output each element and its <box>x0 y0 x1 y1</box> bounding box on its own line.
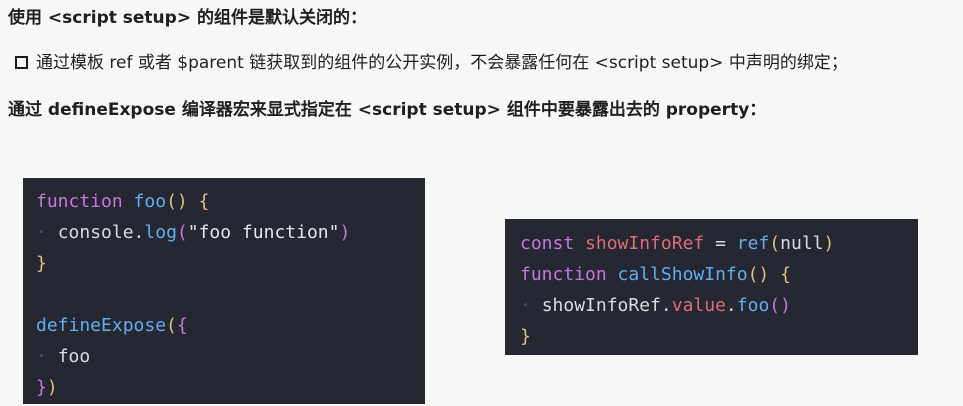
code-object: console. <box>57 222 145 243</box>
code-function-name: foo <box>133 191 167 212</box>
code-keyword: function <box>520 264 607 285</box>
code-paren: ) <box>339 222 351 243</box>
code-property: value <box>671 295 726 316</box>
code-paren: ( <box>176 222 188 243</box>
code-paren: ) <box>46 377 58 398</box>
checkbox-square-icon <box>15 56 28 69</box>
code-paren: () <box>747 264 770 285</box>
code-function-name: foo <box>736 295 770 316</box>
code-function-name: log <box>144 222 177 243</box>
indent-guide: · <box>36 222 47 243</box>
code-line: · console.log("foo function") <box>36 217 425 248</box>
code-keyword: function <box>36 191 123 212</box>
indent-guide: · <box>520 295 531 316</box>
code-line: function callShowInfo() { <box>520 259 918 290</box>
code-brace: { <box>176 315 188 336</box>
code-string: "foo function" <box>187 222 340 243</box>
code-function-name: defineExpose <box>36 315 167 336</box>
code-line: function foo() { <box>36 186 425 217</box>
code-line: const showInfoRef = ref(null) <box>520 228 918 259</box>
indent-guide: · <box>36 346 47 367</box>
code-identifier: foo <box>57 346 91 367</box>
code-paren: () <box>166 191 188 212</box>
code-brace: { <box>198 191 210 212</box>
code-paren: ( <box>769 233 781 254</box>
code-variable: showInfoRef <box>585 233 705 254</box>
code-paren: ) <box>823 233 835 254</box>
code-line: }) <box>36 372 425 403</box>
code-line: } <box>36 248 425 279</box>
code-line: defineExpose({ <box>36 310 425 341</box>
code-object: showInfoRef. <box>541 295 672 316</box>
bullet-item: 通过模板 ref 或者 $parent 链获取到的组件的公开实例，不会暴露任何在… <box>15 51 848 75</box>
code-brace: { <box>780 264 791 285</box>
code-function-name: callShowInfo <box>617 264 748 285</box>
heading-line-1: 使用 <script setup> 的组件是默认关闭的： <box>8 8 367 28</box>
code-brace: } <box>36 253 47 274</box>
code-line: · showInfoRef.value.foo() <box>520 290 918 321</box>
code-paren: ( <box>166 315 177 336</box>
code-block-right: const showInfoRef = ref(null) function c… <box>505 219 918 355</box>
code-paren: () <box>769 295 791 316</box>
code-keyword: const <box>520 233 575 254</box>
code-line: · foo <box>36 341 425 372</box>
code-dot: . <box>725 295 737 316</box>
code-brace: } <box>520 326 531 347</box>
bullet-text: 通过模板 ref 或者 $parent 链获取到的组件的公开实例，不会暴露任何在… <box>36 53 848 73</box>
code-block-left: function foo() { · console.log("foo func… <box>23 178 425 404</box>
code-function-name: ref <box>736 233 770 254</box>
code-operator: = <box>715 233 726 254</box>
code-null: null <box>780 233 824 254</box>
code-line: } <box>520 321 918 352</box>
heading-line-3: 通过 defineExpose 编译器宏来显式指定在 <script setup… <box>8 100 767 120</box>
code-brace: } <box>36 377 47 398</box>
